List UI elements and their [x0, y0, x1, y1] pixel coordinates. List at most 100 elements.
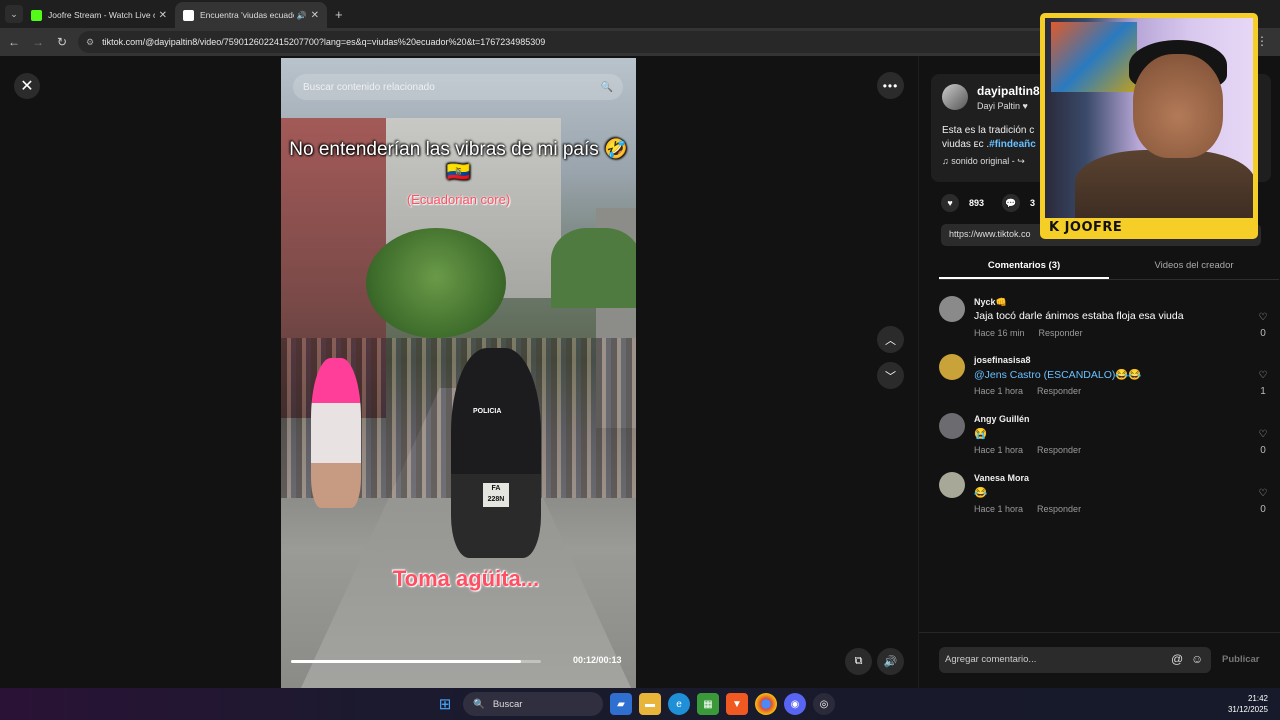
mention-icon[interactable]: @: [1171, 652, 1183, 666]
url-field[interactable]: ⚙ tiktok.com/@dayipaltin8/video/75901260…: [78, 31, 1078, 53]
reply-button[interactable]: Responder: [1039, 328, 1083, 338]
video-caption-bottom: Toma agüita...: [392, 566, 540, 591]
url-text: tiktok.com/@dayipaltin8/video/7590126022…: [102, 37, 546, 47]
commenter-avatar[interactable]: [939, 472, 965, 498]
comment-count: 3: [1030, 198, 1036, 208]
video-progress-fill: [291, 660, 521, 663]
like-icon[interactable]: ♥: [941, 194, 959, 212]
taskbar-search-label: Buscar: [492, 698, 523, 710]
video-scene-police-motorcycle: POLICIA FA 228N: [451, 348, 541, 558]
video-player[interactable]: POLICIA FA 228N Buscar contenido relacio…: [281, 58, 636, 688]
taskbar-search[interactable]: 🔍 Buscar: [463, 692, 603, 716]
publish-button[interactable]: Publicar: [1222, 654, 1260, 665]
back-icon[interactable]: ←: [2, 35, 26, 49]
comment-icon[interactable]: 💬: [1002, 194, 1021, 212]
minecraft-icon[interactable]: ▦: [697, 693, 719, 715]
comment-item: Nyck👊 Jaja tocó darle ánimos estaba floj…: [939, 296, 1269, 352]
comment-item: Vanesa Mora 😂 Hace 1 hora Responder ♡ 0: [939, 472, 1269, 528]
webcam-person-body: [1075, 150, 1253, 218]
webcam-wall-poster: [1051, 22, 1137, 92]
forward-icon[interactable]: →: [26, 35, 50, 49]
comment-input[interactable]: Agregar comentario... @ ☺: [939, 647, 1211, 673]
windows-taskbar: ⊞ 🔍 Buscar ▰ ▬ e ▦ ▼ ◉ ◎ 21:42 31/12/202…: [0, 688, 1280, 720]
sound-name: sonido original - ↪: [951, 156, 1025, 166]
comment-time: Hace 1 hora: [974, 445, 1024, 455]
engagement-stats: ♥ 893 💬 3: [941, 194, 1035, 212]
emoji-icon[interactable]: ☺: [1191, 652, 1203, 666]
windows-start-icon[interactable]: ⊞: [434, 693, 456, 715]
comment-like-icon[interactable]: ♡: [1257, 429, 1269, 440]
discord-icon[interactable]: ◉: [784, 693, 806, 715]
visual-studio-icon[interactable]: ▰: [610, 693, 632, 715]
chrome-browser-icon[interactable]: [755, 693, 777, 715]
display-name-text: Dayi Paltin: [977, 101, 1021, 111]
file-explorer-icon[interactable]: ▬: [639, 693, 661, 715]
more-options-button[interactable]: •••: [877, 72, 904, 99]
tab-tiktok-search[interactable]: Encuentra 'viudas ecuador' 🔊 ✕: [175, 2, 327, 28]
commenter-avatar[interactable]: [939, 354, 965, 380]
volume-button[interactable]: 🔊: [877, 648, 904, 675]
tab-title: Encuentra 'viudas ecuador': [200, 10, 294, 20]
author-avatar[interactable]: [942, 84, 968, 110]
heart-icon: ♥: [1022, 101, 1028, 111]
music-note-icon: ♫: [942, 156, 949, 166]
commenter-name[interactable]: Angy Guillén: [974, 414, 1030, 424]
commenter-avatar[interactable]: [939, 296, 965, 322]
clock-date: 31/12/2025: [1227, 705, 1268, 714]
brave-browser-icon[interactable]: ▼: [726, 693, 748, 715]
like-count: 893: [969, 198, 985, 208]
video-progress-bar[interactable]: [291, 660, 541, 663]
author-username[interactable]: dayipaltin8: [977, 84, 1040, 98]
video-scene-tree: [366, 228, 506, 338]
new-tab-button[interactable]: +: [335, 7, 343, 22]
comment-like-count: 0: [1260, 328, 1266, 339]
comment-placeholder: Agregar comentario...: [945, 654, 1037, 665]
comment-text: 😭: [974, 428, 988, 440]
pip-button[interactable]: ⧉: [845, 648, 872, 675]
comment-meta: Hace 1 hora Responder: [974, 386, 1095, 396]
comment-like-icon[interactable]: ♡: [1257, 312, 1269, 323]
video-stage: ✕ POLICIA FA 228N Buscar contenido relac…: [0, 56, 918, 688]
comment-time: Hace 1 hora: [974, 504, 1024, 514]
comment-like-icon[interactable]: ♡: [1257, 370, 1269, 381]
reply-button[interactable]: Responder: [1037, 445, 1081, 455]
next-video-button[interactable]: ﹀: [877, 362, 904, 389]
commenter-name[interactable]: Nyck👊: [974, 297, 1007, 308]
commenter-name[interactable]: josefinasisa8: [974, 355, 1031, 365]
video-scene-hill: [551, 228, 636, 308]
close-video-button[interactable]: ✕: [14, 73, 40, 99]
previous-video-button[interactable]: ︿: [877, 326, 904, 353]
site-info-icon[interactable]: ⚙: [86, 37, 94, 48]
comment-like-icon[interactable]: ♡: [1257, 488, 1269, 499]
streamer-webcam-overlay: K JOOFRE: [1040, 13, 1258, 239]
author-display-name: Dayi Paltin ♥: [977, 101, 1028, 111]
comment-text: @Jens Castro (ESCANDALO)😂😂: [974, 369, 1142, 381]
related-search-placeholder: Buscar contenido relacionado: [303, 81, 435, 93]
tab-creator-videos[interactable]: Videos del creador: [1109, 254, 1279, 279]
hashtag-link[interactable]: #findeañc: [989, 139, 1036, 150]
speaker-icon[interactable]: 🔊: [297, 11, 307, 20]
reply-button[interactable]: Responder: [1037, 504, 1081, 514]
comment-composer: Agregar comentario... @ ☺ Publicar: [919, 632, 1280, 688]
reply-button[interactable]: Responder: [1037, 386, 1081, 396]
related-search-input[interactable]: Buscar contenido relacionado 🔍: [293, 74, 623, 100]
sound-link[interactable]: ♫ sonido original - ↪: [942, 156, 1025, 167]
taskbar-clock[interactable]: 21:42 31/12/2025: [1228, 693, 1268, 715]
license-plate: FA 228N: [483, 483, 509, 507]
tab-search-button[interactable]: ⌄: [5, 5, 23, 23]
tab-comments[interactable]: Comentarios (3): [939, 254, 1109, 279]
video-caption-sub: (Ecuadorian core): [406, 192, 511, 207]
commenter-name[interactable]: Vanesa Mora: [974, 473, 1029, 483]
video-caption-main: No entenderían las vibras de mi país 🤣🇪🇨: [289, 139, 628, 183]
video-time: 00:12/00:13: [573, 655, 622, 665]
obs-studio-icon[interactable]: ◎: [813, 693, 835, 715]
reload-icon[interactable]: ↻: [50, 35, 74, 49]
close-tab-icon[interactable]: ✕: [311, 10, 319, 21]
commenter-avatar[interactable]: [939, 413, 965, 439]
panel-tabs: Comentarios (3) Videos del creador: [939, 254, 1279, 280]
comment-time: Hace 1 hora: [974, 386, 1024, 396]
search-icon[interactable]: 🔍: [601, 82, 613, 93]
edge-browser-icon[interactable]: e: [668, 693, 690, 715]
close-tab-icon[interactable]: ✕: [159, 10, 167, 21]
tab-joofre-stream[interactable]: Joofre Stream - Watch Live on K ✕: [23, 2, 175, 28]
